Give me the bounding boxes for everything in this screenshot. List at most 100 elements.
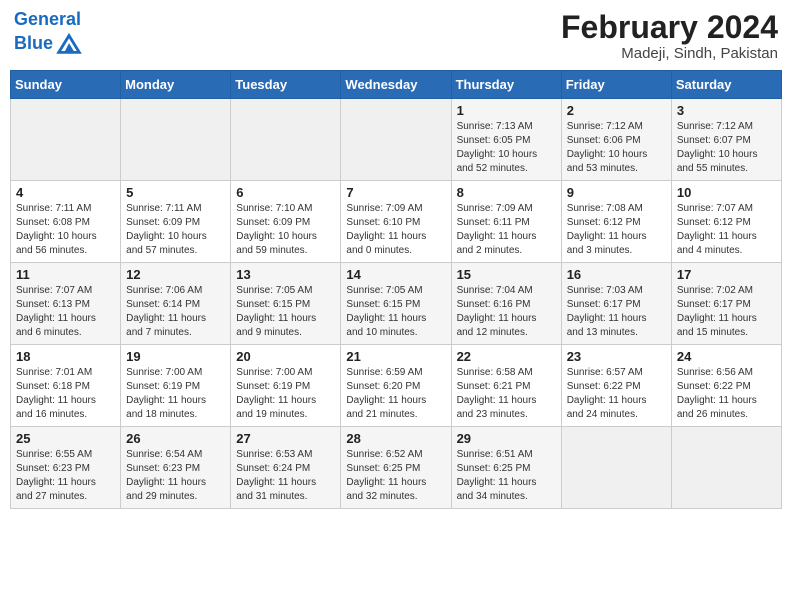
day-number: 9: [567, 185, 666, 200]
day-info: Sunrise: 7:09 AM Sunset: 6:10 PM Dayligh…: [346, 202, 445, 258]
day-number: 21: [346, 349, 445, 364]
calendar-cell: 1 Sunrise: 7:13 AM Sunset: 6:05 PM Daylig…: [451, 99, 561, 181]
day-info: Sunrise: 7:07 AM Sunset: 6:13 PM Dayligh…: [16, 284, 115, 340]
calendar-cell: [341, 99, 451, 181]
calendar-cell: 4 Sunrise: 7:11 AM Sunset: 6:08 PM Daylig…: [11, 181, 121, 263]
day-info: Sunrise: 7:08 AM Sunset: 6:12 PM Dayligh…: [567, 202, 666, 258]
day-info: Sunrise: 7:05 AM Sunset: 6:15 PM Dayligh…: [346, 284, 445, 340]
day-info: Sunrise: 7:11 AM Sunset: 6:08 PM Dayligh…: [16, 202, 115, 258]
day-number: 5: [126, 185, 225, 200]
day-number: 20: [236, 349, 335, 364]
day-number: 22: [457, 349, 556, 364]
day-number: 15: [457, 267, 556, 282]
day-number: 7: [346, 185, 445, 200]
day-number: 24: [677, 349, 776, 364]
calendar-cell: 27 Sunrise: 6:53 AM Sunset: 6:24 PM Dayli…: [231, 427, 341, 509]
logo: General Blue: [14, 10, 83, 58]
day-info: Sunrise: 7:09 AM Sunset: 6:11 PM Dayligh…: [457, 202, 556, 258]
day-number: 11: [16, 267, 115, 282]
day-info: Sunrise: 7:13 AM Sunset: 6:05 PM Dayligh…: [457, 120, 556, 176]
calendar-cell: [231, 99, 341, 181]
logo-icon: [55, 30, 83, 58]
week-row-4: 18Sunrise: 7:01 AM Sunset: 6:18 PM Dayli…: [11, 345, 782, 427]
logo-blue: Blue: [14, 34, 53, 54]
month-title: February 2024: [561, 10, 778, 45]
day-number: 29: [457, 431, 556, 446]
week-row-3: 11 Sunrise: 7:07 AM Sunset: 6:13 PM Dayli…: [11, 263, 782, 345]
weekday-header-thursday: Thursday: [451, 71, 561, 99]
day-number: 25: [16, 431, 115, 446]
location: Madeji, Sindh, Pakistan: [561, 45, 778, 62]
weekday-header-saturday: Saturday: [671, 71, 781, 99]
day-number: 12: [126, 267, 225, 282]
weekday-header-row: SundayMondayTuesdayWednesdayThursdayFrid…: [11, 71, 782, 99]
day-info: Sunrise: 6:57 AM Sunset: 6:22 PM Dayligh…: [567, 366, 666, 422]
day-number: 1: [457, 103, 556, 118]
calendar-cell: 19Sunrise: 7:00 AM Sunset: 6:19 PM Dayli…: [121, 345, 231, 427]
calendar-cell: 22 Sunrise: 6:58 AM Sunset: 6:21 PM Dayli…: [451, 345, 561, 427]
day-info: Sunrise: 7:05 AM Sunset: 6:15 PM Dayligh…: [236, 284, 335, 340]
calendar-cell: 3Sunrise: 7:12 AM Sunset: 6:07 PM Daylig…: [671, 99, 781, 181]
calendar-cell: 7 Sunrise: 7:09 AM Sunset: 6:10 PM Daylig…: [341, 181, 451, 263]
day-number: 27: [236, 431, 335, 446]
day-info: Sunrise: 6:59 AM Sunset: 6:20 PM Dayligh…: [346, 366, 445, 422]
calendar-cell: [671, 427, 781, 509]
day-info: Sunrise: 7:06 AM Sunset: 6:14 PM Dayligh…: [126, 284, 225, 340]
day-info: Sunrise: 6:53 AM Sunset: 6:24 PM Dayligh…: [236, 448, 335, 504]
day-number: 14: [346, 267, 445, 282]
logo-general: General: [14, 9, 81, 29]
day-number: 13: [236, 267, 335, 282]
calendar-cell: 17 Sunrise: 7:02 AM Sunset: 6:17 PM Dayli…: [671, 263, 781, 345]
day-info: Sunrise: 7:07 AM Sunset: 6:12 PM Dayligh…: [677, 202, 776, 258]
day-info: Sunrise: 7:00 AM Sunset: 6:19 PM Dayligh…: [236, 366, 335, 422]
day-info: Sunrise: 7:03 AM Sunset: 6:17 PM Dayligh…: [567, 284, 666, 340]
day-number: 4: [16, 185, 115, 200]
calendar-cell: 8Sunrise: 7:09 AM Sunset: 6:11 PM Daylig…: [451, 181, 561, 263]
day-number: 18: [16, 349, 115, 364]
day-info: Sunrise: 7:02 AM Sunset: 6:17 PM Dayligh…: [677, 284, 776, 340]
calendar-cell: 14 Sunrise: 7:05 AM Sunset: 6:15 PM Dayli…: [341, 263, 451, 345]
calendar-cell: 9 Sunrise: 7:08 AM Sunset: 6:12 PM Daylig…: [561, 181, 671, 263]
day-info: Sunrise: 6:56 AM Sunset: 6:22 PM Dayligh…: [677, 366, 776, 422]
day-info: Sunrise: 6:51 AM Sunset: 6:25 PM Dayligh…: [457, 448, 556, 504]
calendar-cell: 28 Sunrise: 6:52 AM Sunset: 6:25 PM Dayli…: [341, 427, 451, 509]
day-info: Sunrise: 7:12 AM Sunset: 6:06 PM Dayligh…: [567, 120, 666, 176]
day-info: Sunrise: 6:58 AM Sunset: 6:21 PM Dayligh…: [457, 366, 556, 422]
day-info: Sunrise: 7:00 AM Sunset: 6:19 PM Dayligh…: [126, 366, 225, 422]
day-info: Sunrise: 6:52 AM Sunset: 6:25 PM Dayligh…: [346, 448, 445, 504]
page-header: General Blue February 2024 Madeji, Sindh…: [10, 10, 782, 62]
day-number: 2: [567, 103, 666, 118]
day-info: Sunrise: 7:10 AM Sunset: 6:09 PM Dayligh…: [236, 202, 335, 258]
day-number: 16: [567, 267, 666, 282]
day-info: Sunrise: 7:11 AM Sunset: 6:09 PM Dayligh…: [126, 202, 225, 258]
day-info: Sunrise: 7:12 AM Sunset: 6:07 PM Dayligh…: [677, 120, 776, 176]
calendar-cell: 5 Sunrise: 7:11 AM Sunset: 6:09 PM Daylig…: [121, 181, 231, 263]
weekday-header-monday: Monday: [121, 71, 231, 99]
calendar-cell: 11 Sunrise: 7:07 AM Sunset: 6:13 PM Dayli…: [11, 263, 121, 345]
calendar-cell: 21 Sunrise: 6:59 AM Sunset: 6:20 PM Dayli…: [341, 345, 451, 427]
weekday-header-tuesday: Tuesday: [231, 71, 341, 99]
day-info: Sunrise: 6:54 AM Sunset: 6:23 PM Dayligh…: [126, 448, 225, 504]
day-number: 26: [126, 431, 225, 446]
week-row-5: 25Sunrise: 6:55 AM Sunset: 6:23 PM Dayli…: [11, 427, 782, 509]
day-number: 17: [677, 267, 776, 282]
calendar-cell: 26 Sunrise: 6:54 AM Sunset: 6:23 PM Dayli…: [121, 427, 231, 509]
week-row-2: 4 Sunrise: 7:11 AM Sunset: 6:08 PM Daylig…: [11, 181, 782, 263]
title-block: February 2024 Madeji, Sindh, Pakistan: [561, 10, 778, 62]
day-number: 10: [677, 185, 776, 200]
calendar-cell: 29 Sunrise: 6:51 AM Sunset: 6:25 PM Dayli…: [451, 427, 561, 509]
calendar-cell: 10 Sunrise: 7:07 AM Sunset: 6:12 PM Dayli…: [671, 181, 781, 263]
day-number: 23: [567, 349, 666, 364]
weekday-header-wednesday: Wednesday: [341, 71, 451, 99]
calendar-cell: 24 Sunrise: 6:56 AM Sunset: 6:22 PM Dayli…: [671, 345, 781, 427]
calendar-cell: 15Sunrise: 7:04 AM Sunset: 6:16 PM Dayli…: [451, 263, 561, 345]
calendar-cell: [11, 99, 121, 181]
weekday-header-sunday: Sunday: [11, 71, 121, 99]
weekday-header-friday: Friday: [561, 71, 671, 99]
day-number: 28: [346, 431, 445, 446]
calendar-cell: 13 Sunrise: 7:05 AM Sunset: 6:15 PM Dayli…: [231, 263, 341, 345]
calendar-cell: 25Sunrise: 6:55 AM Sunset: 6:23 PM Dayli…: [11, 427, 121, 509]
calendar-cell: 2 Sunrise: 7:12 AM Sunset: 6:06 PM Daylig…: [561, 99, 671, 181]
day-number: 6: [236, 185, 335, 200]
calendar-cell: 20 Sunrise: 7:00 AM Sunset: 6:19 PM Dayli…: [231, 345, 341, 427]
